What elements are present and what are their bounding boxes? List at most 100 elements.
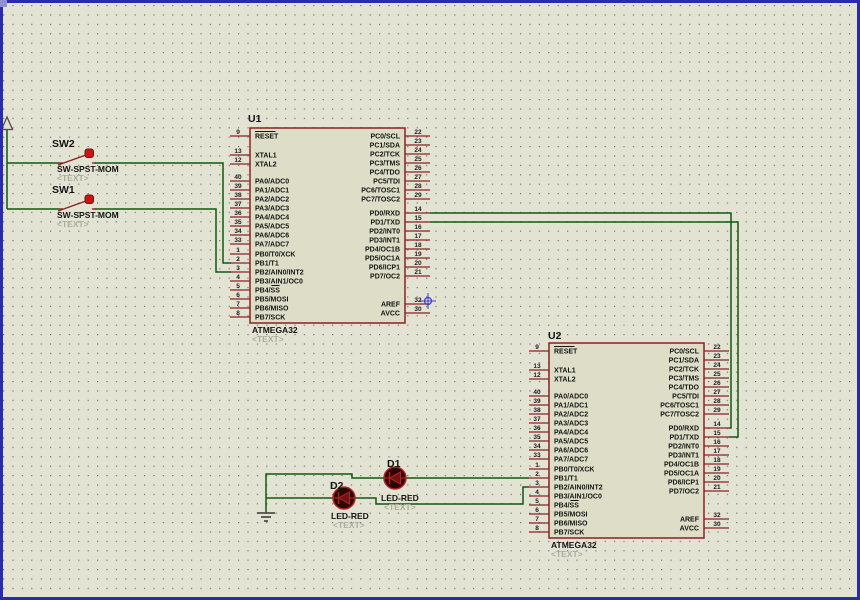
pin-name: PC5/TDI [672, 394, 699, 401]
pin-number: 5 [535, 498, 539, 505]
pin-number: 1 [236, 247, 240, 254]
pin-number: 2 [535, 471, 539, 478]
pin-number: 5 [236, 283, 240, 290]
pin-name: PA2/ADC2 [554, 412, 588, 419]
pin-number: 2 [236, 256, 240, 263]
pin-name: PA0/ADC0 [554, 394, 588, 401]
pin-name: AVCC [381, 311, 400, 318]
pin-number: 14 [414, 206, 422, 213]
pin-number: 6 [236, 292, 240, 299]
pin-number: 24 [713, 362, 721, 369]
sheet-corner-mark [0, 0, 7, 7]
pin-number: 15 [713, 430, 721, 437]
pin-number: 35 [234, 219, 242, 226]
pin-number: 25 [414, 156, 422, 163]
u1-ref-label: U1 [248, 113, 262, 125]
pin-name: PA7/ADC7 [554, 457, 588, 464]
pin-name: PD3/INT1 [369, 238, 400, 245]
pin-name: PC0/SCL [370, 134, 400, 141]
pin-number: 3 [535, 480, 539, 487]
pin-number: 34 [533, 443, 541, 450]
pin-number: 33 [234, 237, 242, 244]
pin-name: PD0/RXD [370, 211, 400, 218]
pin-number: 19 [414, 251, 422, 258]
pin-name: PB6/MISO [255, 306, 289, 313]
pin-name: PC1/SDA [669, 358, 699, 365]
u1-atmega32-chip[interactable]: 9RESET13XTAL112XTAL240PA0/ADC039PA1/ADC1… [230, 128, 430, 323]
pin-number: 12 [533, 372, 541, 379]
pin-name: PC3/TMS [669, 376, 700, 383]
d2-placeholder-label: <TEXT> [333, 520, 365, 530]
schematic-canvas[interactable]: 9RESET13XTAL112XTAL240PA0/ADC039PA1/ADC1… [0, 0, 860, 600]
switch-actuator-dot[interactable] [85, 195, 94, 204]
pin-name: PC4/TDO [669, 385, 700, 392]
pin-number: 12 [234, 157, 242, 164]
pin-name: PD7/OC2 [669, 489, 699, 496]
pin-number: 9 [535, 344, 539, 351]
sw2-placeholder-label: <TEXT> [57, 173, 89, 183]
pin-number: 28 [713, 398, 721, 405]
pin-number: 22 [414, 129, 422, 136]
pin-number: 21 [414, 269, 422, 276]
pin-name: PB7/SCK [255, 315, 285, 322]
switch-actuator-dot[interactable] [85, 149, 94, 158]
pin-number: 35 [533, 434, 541, 441]
u2-atmega32-chip[interactable]: 9RESET13XTAL112XTAL240PA0/ADC039PA1/ADC1… [529, 343, 729, 538]
pin-number: 23 [414, 138, 422, 145]
pin-number: 4 [236, 274, 240, 281]
pin-name: PC1/SDA [370, 143, 400, 150]
pin-number: 26 [414, 165, 422, 172]
pin-name: PB1/T1 [554, 476, 578, 483]
pin-number: 8 [535, 525, 539, 532]
pin-name: PC0/SCL [669, 349, 699, 356]
pin-number: 37 [533, 416, 541, 423]
pin-name: PC7/TOSC2 [660, 412, 699, 419]
pin-number: 33 [533, 452, 541, 459]
pin-name: PB3/AIN1/OC0 [255, 279, 303, 286]
pin-name: PD6/ICP1 [668, 480, 699, 487]
pin-number: 20 [414, 260, 422, 267]
pin-name: PC2/TCK [669, 367, 699, 374]
pin-name: PB6/MISO [554, 521, 588, 528]
pin-name: AREF [680, 517, 700, 524]
pin-number: 16 [414, 224, 422, 231]
pin-number: 4 [535, 489, 539, 496]
pin-number: 21 [713, 484, 721, 491]
pin-number: 22 [713, 344, 721, 351]
pin-name: PB2/AIN0/INT2 [554, 485, 603, 492]
sw2-ref-label: SW2 [52, 138, 75, 150]
pin-name: AVCC [680, 526, 699, 533]
d1-placeholder-label: <TEXT> [384, 502, 416, 512]
pin-number: 24 [414, 147, 422, 154]
pin-name: PA6/ADC6 [554, 448, 588, 455]
u1-placeholder-label: <TEXT> [252, 334, 284, 344]
pin-name: PC5/TDI [373, 179, 400, 186]
pin-number: 40 [234, 174, 242, 181]
pin-name: PB3/AIN1/OC0 [554, 494, 602, 501]
pin-name: PC6/TOSC1 [361, 188, 400, 195]
pin-number: 14 [713, 421, 721, 428]
pin-name: PB7/SCK [554, 530, 584, 537]
pin-name: PA1/ADC1 [255, 188, 289, 195]
pin-name: PA5/ADC5 [554, 439, 588, 446]
pin-name: RESET [554, 349, 578, 356]
schematic-svg[interactable]: 9RESET13XTAL112XTAL240PA0/ADC039PA1/ADC1… [0, 0, 860, 600]
pin-name: PA7/ADC7 [255, 242, 289, 249]
d1-ref-label: D1 [387, 458, 401, 470]
pin-name: PA4/ADC4 [255, 215, 289, 222]
pin-name: XTAL2 [255, 162, 277, 169]
pin-name: XTAL1 [554, 368, 576, 375]
pin-number: 16 [713, 439, 721, 446]
pin-number: 13 [234, 148, 242, 155]
pin-name: PB2/AIN0/INT2 [255, 270, 304, 277]
pin-name: PD1/TXD [669, 435, 699, 442]
pin-number: 9 [236, 129, 240, 136]
pin-name: AREF [381, 302, 401, 309]
pin-name: PA1/ADC1 [554, 403, 588, 410]
pin-number: 8 [236, 310, 240, 317]
pin-number: 18 [713, 457, 721, 464]
pin-name: PC3/TMS [370, 161, 401, 168]
pin-name: PC6/TOSC1 [660, 403, 699, 410]
pin-number: 6 [535, 507, 539, 514]
led-d1[interactable] [384, 467, 406, 489]
